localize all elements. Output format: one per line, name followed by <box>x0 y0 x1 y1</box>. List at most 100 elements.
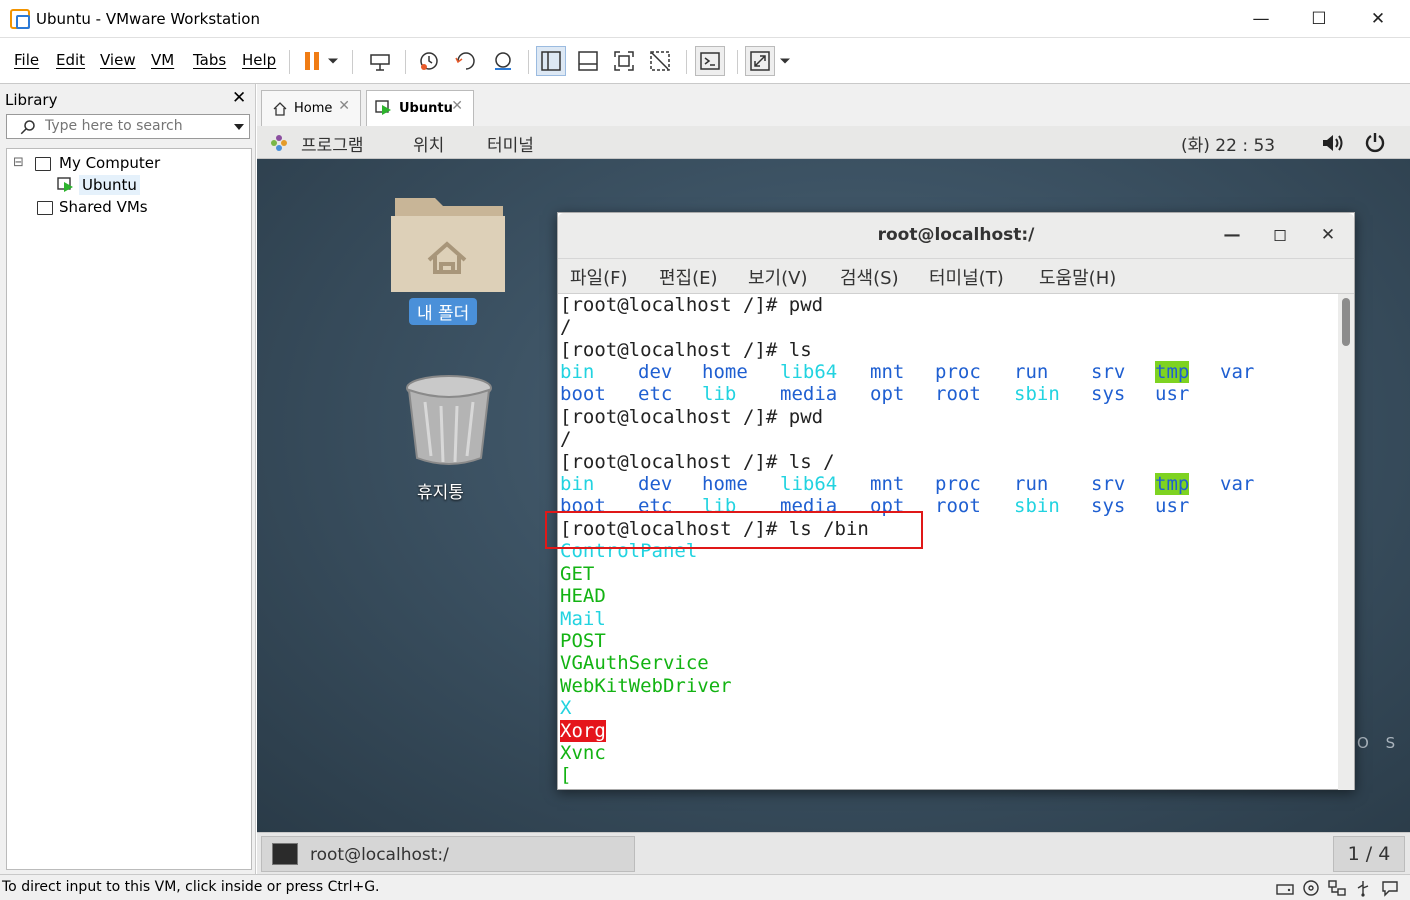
message-icon[interactable] <box>1380 879 1400 897</box>
desktop-trash-label[interactable]: 휴지통 <box>417 478 464 503</box>
ls-entry: run <box>1014 473 1049 495</box>
stretch-dropdown-icon[interactable] <box>775 46 795 76</box>
terminal-icon <box>272 843 298 865</box>
tab-ubuntu-close-button[interactable]: ✕ <box>451 98 463 114</box>
terminal-output-line: / <box>560 428 572 450</box>
guest-menu-terminal[interactable]: 터미널 <box>487 131 534 156</box>
ls-entry: var <box>1220 361 1255 383</box>
taskbar-terminal-item[interactable]: root@localhost:/ <box>261 836 635 872</box>
terminal-scrollbar[interactable] <box>1338 294 1354 790</box>
terminal-minimize-button[interactable]: — <box>1220 223 1244 247</box>
guest-menu-applications[interactable]: 프로그램 <box>301 131 364 156</box>
terminal-menu-bar: 파일(F) 편집(E) 보기(V) 검색(S) 터미널(T) 도움말(H) <box>558 259 1354 294</box>
ls-entry: root <box>935 495 981 517</box>
tree-item-my-computer[interactable]: My Computer <box>59 153 160 173</box>
hard-disk-icon[interactable] <box>1275 879 1295 897</box>
menu-bar: File Edit View VM Tabs Help <box>0 38 1410 84</box>
terminal-maximize-button[interactable]: ◻ <box>1268 223 1292 247</box>
terminal-menu-edit[interactable]: 편집(E) <box>659 264 718 290</box>
maximize-button[interactable]: ☐ <box>1296 6 1342 32</box>
ls-entry: sys <box>1091 495 1126 517</box>
unity-icon[interactable] <box>645 46 675 76</box>
power-icon[interactable] <box>1364 131 1386 153</box>
minimize-button[interactable]: — <box>1238 6 1284 32</box>
tab-bar: Home ✕ Ubuntu ✕ <box>257 84 1410 127</box>
menu-edit[interactable]: Edit <box>56 51 85 69</box>
search-input[interactable] <box>45 117 225 135</box>
snapshot-revert-icon[interactable] <box>451 46 481 76</box>
vm-display[interactable]: 프로그램 위치 터미널 (화) 22 : 53 내 폴더 휴지통 O S roo… <box>257 126 1410 832</box>
library-panel: Library ✕ ⊟ My Computer Ubuntu Shared VM… <box>0 84 256 874</box>
terminal-menu-terminal[interactable]: 터미널(T) <box>929 264 1004 290</box>
bin-entry: WebKitWebDriver <box>560 675 732 697</box>
tree-item-ubuntu[interactable]: Ubuntu <box>79 175 140 195</box>
status-text: To direct input to this VM, click inside… <box>2 879 380 895</box>
terminal-menu-search[interactable]: 검색(S) <box>840 264 899 290</box>
dropdown-icon[interactable] <box>323 46 343 76</box>
ls-entry: run <box>1014 361 1049 383</box>
vmware-app-icon <box>10 9 30 29</box>
terminal-prompt-line: [root@localhost /]# ls / <box>560 451 835 473</box>
snapshot-take-icon[interactable] <box>414 46 444 76</box>
tab-ubuntu[interactable]: Ubuntu ✕ <box>366 90 474 127</box>
applications-icon <box>271 135 287 151</box>
bin-entry: Xorg <box>560 720 606 742</box>
bin-entry: [ <box>560 764 572 786</box>
guest-clock[interactable]: (화) 22 : 53 <box>1181 131 1275 156</box>
cd-dvd-icon[interactable] <box>1301 879 1321 897</box>
snapshot-manager-icon[interactable] <box>488 46 518 76</box>
ls-entry: bin <box>560 473 595 495</box>
tab-home-close-button[interactable]: ✕ <box>338 98 350 114</box>
terminal-menu-file[interactable]: 파일(F) <box>570 264 628 290</box>
terminal-close-button[interactable]: ✕ <box>1316 223 1340 247</box>
home-folder-icon[interactable] <box>387 188 507 296</box>
tab-home[interactable]: Home ✕ <box>261 90 361 126</box>
library-search[interactable] <box>6 114 250 139</box>
ls-entry: tmp <box>1155 473 1190 495</box>
thumbnail-bar-icon[interactable] <box>573 46 603 76</box>
trash-icon[interactable] <box>401 372 497 468</box>
console-view-icon[interactable] <box>695 46 725 76</box>
full-screen-icon[interactable] <box>609 46 639 76</box>
network-icon[interactable] <box>1327 879 1347 897</box>
terminal-prompt-line: [root@localhost /]# pwd <box>560 294 824 316</box>
terminal-window[interactable]: root@localhost:/ — ◻ ✕ 파일(F) 편집(E) 보기(V)… <box>545 212 1355 790</box>
guest-menu-places[interactable]: 위치 <box>413 131 444 156</box>
ls-entry: proc <box>935 361 981 383</box>
menu-tabs[interactable]: Tabs <box>193 51 226 69</box>
ls-entry: sys <box>1091 383 1126 405</box>
send-ctrl-alt-del-icon[interactable] <box>365 46 395 76</box>
bin-entry: VGAuthService <box>560 652 709 674</box>
terminal-menu-view[interactable]: 보기(V) <box>748 264 807 290</box>
terminal-scrollbar-thumb[interactable] <box>1342 298 1350 346</box>
ls-entry: usr <box>1155 495 1190 517</box>
menu-file[interactable]: File <box>14 51 39 69</box>
close-button[interactable]: ✕ <box>1355 6 1401 32</box>
stretch-view-icon[interactable] <box>745 46 775 76</box>
terminal-menu-help[interactable]: 도움말(H) <box>1039 264 1116 290</box>
menu-view[interactable]: View <box>100 51 136 69</box>
usb-icon[interactable] <box>1353 879 1373 897</box>
vm-running-icon <box>375 100 391 115</box>
status-bar: To direct input to this VM, click inside… <box>0 874 1410 900</box>
library-tree: ⊟ My Computer Ubuntu Shared VMs <box>6 148 252 870</box>
menu-help[interactable]: Help <box>242 51 276 69</box>
menu-vm[interactable]: VM <box>151 51 174 69</box>
ls-entry: sbin <box>1014 383 1060 405</box>
workspace-indicator[interactable]: 1 / 4 <box>1333 836 1405 872</box>
terminal-prompt-line: [root@localhost /]# ls <box>560 339 812 361</box>
ls-entry: mnt <box>870 361 905 383</box>
ls-entry: dev <box>638 473 673 495</box>
ls-entry: boot <box>560 383 606 405</box>
title-bar: Ubuntu - VMware Workstation — ☐ ✕ <box>0 0 1410 38</box>
terminal-prompt-line: [root@localhost /]# pwd <box>560 406 824 428</box>
vm-running-icon <box>57 177 75 193</box>
tree-expander-icon[interactable]: ⊟ <box>13 153 24 173</box>
library-view-icon[interactable] <box>536 46 566 76</box>
volume-icon[interactable] <box>1321 132 1345 154</box>
chevron-down-icon[interactable] <box>233 121 245 133</box>
desktop-folder-label[interactable]: 내 폴더 <box>409 298 478 325</box>
library-close-button[interactable]: ✕ <box>232 88 246 108</box>
computer-icon <box>35 157 51 171</box>
tree-item-shared-vms[interactable]: Shared VMs <box>59 197 148 217</box>
